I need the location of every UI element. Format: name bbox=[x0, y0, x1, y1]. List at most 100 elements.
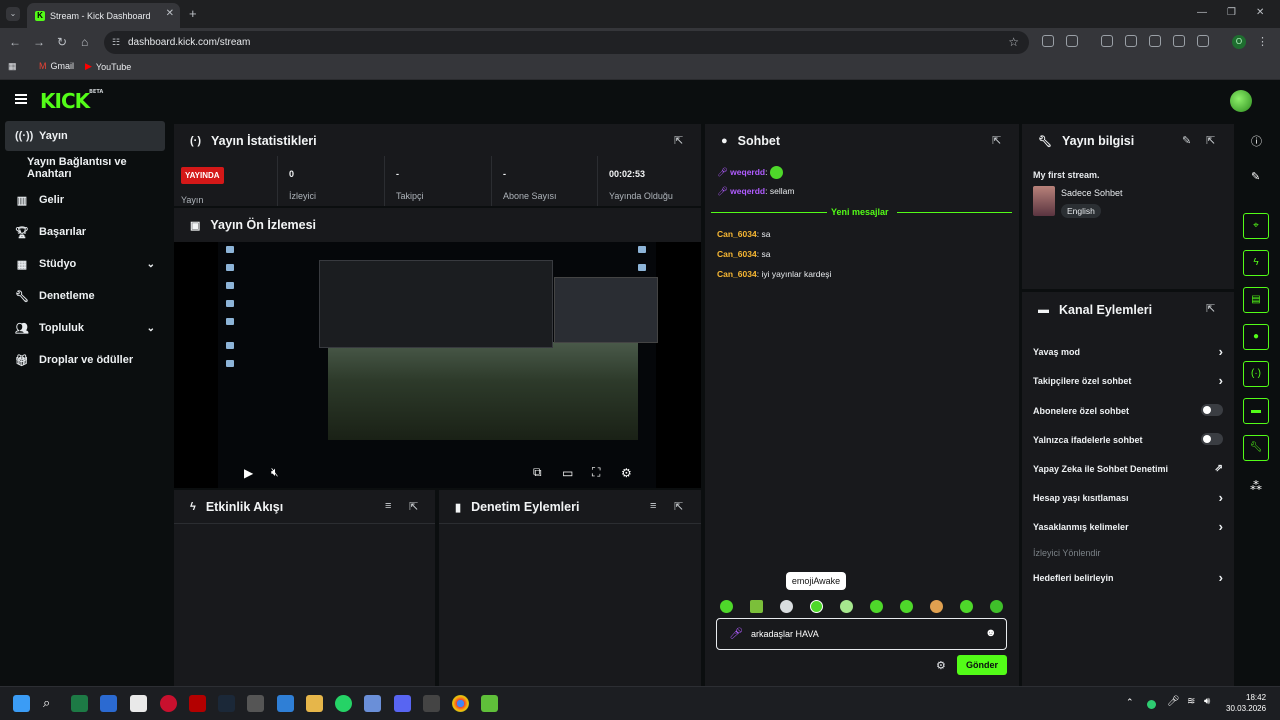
edit-icon[interactable]: ✎ bbox=[1182, 134, 1191, 147]
netflix-icon[interactable] bbox=[189, 695, 206, 712]
emote-icon[interactable] bbox=[780, 600, 793, 613]
search-icon[interactable]: ⌕ bbox=[43, 695, 50, 711]
chat-actions-icon[interactable]: ▬ bbox=[1243, 398, 1269, 424]
action-ai-moderation[interactable]: Yapay Zeka ile Sohbet Denetimi ⇗ bbox=[1033, 463, 1223, 474]
emoji-icon[interactable]: ☻ bbox=[985, 627, 997, 639]
chevron-up-icon[interactable]: ⌃ bbox=[1126, 697, 1134, 708]
close-tab-icon[interactable]: ✕ bbox=[166, 8, 174, 19]
emote-icon[interactable] bbox=[840, 600, 853, 613]
menu-icon[interactable] bbox=[15, 94, 27, 104]
emote-icon[interactable] bbox=[720, 600, 733, 613]
browser-menu-icon[interactable]: ⋮ bbox=[1257, 35, 1268, 48]
new-tab-icon[interactable]: + bbox=[189, 6, 197, 21]
folder-icon[interactable] bbox=[306, 695, 323, 712]
screenshot-icon[interactable] bbox=[1101, 35, 1113, 47]
info-icon[interactable]: ⓘ bbox=[1251, 133, 1262, 149]
action-account-age[interactable]: Hesap yaşı kısıtlaması › bbox=[1033, 490, 1223, 505]
back-icon[interactable]: ← bbox=[9, 35, 21, 49]
minimize-icon[interactable]: — bbox=[1197, 7, 1207, 18]
wrench-icon[interactable]: 🔧︎ bbox=[1243, 435, 1269, 461]
discord-icon[interactable] bbox=[394, 695, 411, 712]
app-icon[interactable] bbox=[364, 695, 381, 712]
steam-icon[interactable] bbox=[218, 695, 235, 712]
popout-icon[interactable]: ⇱ bbox=[992, 134, 1001, 147]
chat-bubble-icon[interactable]: ● bbox=[1243, 324, 1269, 350]
popout-icon[interactable]: ⇱ bbox=[409, 500, 418, 513]
send-button[interactable]: Gönder bbox=[957, 655, 1007, 675]
settings-icon[interactable]: ⚙ bbox=[621, 466, 632, 480]
sidebar-item-stream-key[interactable]: Yayın Bağlantısı ve Anahtarı bbox=[0, 153, 172, 183]
toggle-switch[interactable] bbox=[1201, 433, 1223, 445]
focus-icon[interactable]: ⌖ bbox=[1243, 213, 1269, 239]
clock[interactable]: 18:42 30.03.2026 bbox=[1226, 692, 1266, 714]
popout-icon[interactable]: ⇱ bbox=[674, 134, 683, 147]
sidebar-item-stream[interactable]: ((·)) Yayın bbox=[5, 121, 165, 151]
bookmark-gmail[interactable]: M Gmail bbox=[39, 61, 74, 71]
sidebar-item-moderation[interactable]: 🔧︎ Denetleme bbox=[5, 281, 165, 311]
address-bar[interactable]: ☷ dashboard.kick.com/stream ☆ bbox=[104, 31, 1029, 54]
word-icon[interactable] bbox=[100, 695, 117, 712]
extension-icon[interactable] bbox=[1042, 35, 1054, 47]
document-icon[interactable]: ▤ bbox=[1243, 287, 1269, 313]
action-slow-mode[interactable]: Yavaş mod › bbox=[1033, 344, 1223, 359]
app-icon[interactable] bbox=[423, 695, 440, 712]
wifi-icon[interactable]: ≋ bbox=[1187, 696, 1195, 707]
popout-icon[interactable]: ⇱ bbox=[674, 500, 683, 513]
history-icon[interactable] bbox=[1197, 35, 1209, 47]
sidebar-item-community[interactable]: 👥︎ Topluluk ⌄ bbox=[5, 313, 165, 343]
chat-settings-icon[interactable]: ⚙ bbox=[936, 659, 946, 672]
emote-awake-icon[interactable] bbox=[810, 600, 823, 613]
translate-icon[interactable] bbox=[1125, 35, 1137, 47]
action-followers-only[interactable]: Takipçilere özel sohbet › bbox=[1033, 373, 1223, 388]
cast-icon[interactable] bbox=[1149, 35, 1161, 47]
user-avatar[interactable] bbox=[1230, 90, 1252, 112]
home-icon[interactable]: ⌂ bbox=[81, 35, 88, 49]
browser-tab[interactable]: K Stream - Kick Dashboard ✕ bbox=[27, 3, 180, 28]
restore-icon[interactable]: ❐ bbox=[1227, 7, 1236, 18]
bookmark-star-icon[interactable]: ☆ bbox=[1008, 31, 1019, 54]
filter-icon[interactable]: ≡ bbox=[385, 500, 391, 512]
volume-icon[interactable]: 🔊︎ bbox=[1204, 696, 1210, 707]
chrome-icon[interactable] bbox=[452, 695, 469, 712]
close-window-icon[interactable]: ✕ bbox=[1256, 7, 1264, 18]
reload-icon[interactable]: ↻ bbox=[57, 35, 67, 49]
emote-icon[interactable] bbox=[750, 600, 763, 613]
app-icon[interactable] bbox=[247, 695, 264, 712]
emote-icon[interactable] bbox=[960, 600, 973, 613]
pip-icon[interactable]: ⧉ bbox=[533, 465, 542, 480]
chat-input[interactable]: 🎤︎ arkadaşlar HAVA ☻ bbox=[716, 618, 1007, 650]
status-icon[interactable] bbox=[1147, 700, 1156, 709]
emote-icon[interactable] bbox=[900, 600, 913, 613]
theater-icon[interactable]: ▭ bbox=[562, 466, 573, 480]
bookmark-youtube[interactable]: ▶ YouTube bbox=[85, 61, 131, 72]
stream-preview-video[interactable]: ▶ 🔇︎ ⧉ ▭ ⛶ ⚙ bbox=[174, 242, 701, 488]
emote-icon[interactable] bbox=[930, 600, 943, 613]
bolt-icon[interactable]: ϟ bbox=[1243, 250, 1269, 276]
emote-icon[interactable] bbox=[990, 600, 1003, 613]
app-icon[interactable] bbox=[481, 695, 498, 712]
excel-icon[interactable] bbox=[71, 695, 88, 712]
kick-logo[interactable]: KICKBETA bbox=[40, 89, 103, 113]
whatsapp-icon[interactable] bbox=[335, 695, 352, 712]
popout-icon[interactable]: ⇱ bbox=[1206, 302, 1215, 315]
sidebar-item-studio[interactable]: ▦ Stüdyo ⌄ bbox=[5, 249, 165, 279]
sidebar-item-achievements[interactable]: 🏆︎ Başarılar bbox=[5, 217, 165, 247]
tab-search-icon[interactable]: ⌄ bbox=[6, 7, 20, 21]
filter-icon[interactable]: ≡ bbox=[650, 500, 656, 512]
mute-icon[interactable]: 🔇︎ bbox=[271, 465, 279, 480]
sidebar-item-revenue[interactable]: ▥ Gelir bbox=[5, 185, 165, 215]
sidebar-item-drops[interactable]: 🎁︎ Droplar ve ödüller bbox=[5, 345, 165, 375]
play-icon[interactable]: ▶ bbox=[244, 466, 253, 480]
calendar-icon[interactable] bbox=[130, 695, 147, 712]
popout-icon[interactable]: ⇱ bbox=[1206, 134, 1215, 147]
edit-icon[interactable]: ✎ bbox=[1251, 170, 1260, 183]
toggle-switch[interactable] bbox=[1201, 404, 1223, 416]
category-name[interactable]: Sadece Sohbet bbox=[1061, 188, 1123, 198]
mic-icon[interactable]: 🎤︎ bbox=[1167, 696, 1180, 707]
forward-icon[interactable]: → bbox=[33, 35, 45, 49]
site-info-icon[interactable]: ☷ bbox=[112, 31, 120, 54]
broadcast-icon[interactable]: (·) bbox=[1243, 361, 1269, 387]
puzzle-icon[interactable] bbox=[1066, 35, 1078, 47]
fullscreen-icon[interactable]: ⛶ bbox=[592, 465, 600, 480]
download-icon[interactable] bbox=[1173, 35, 1185, 47]
